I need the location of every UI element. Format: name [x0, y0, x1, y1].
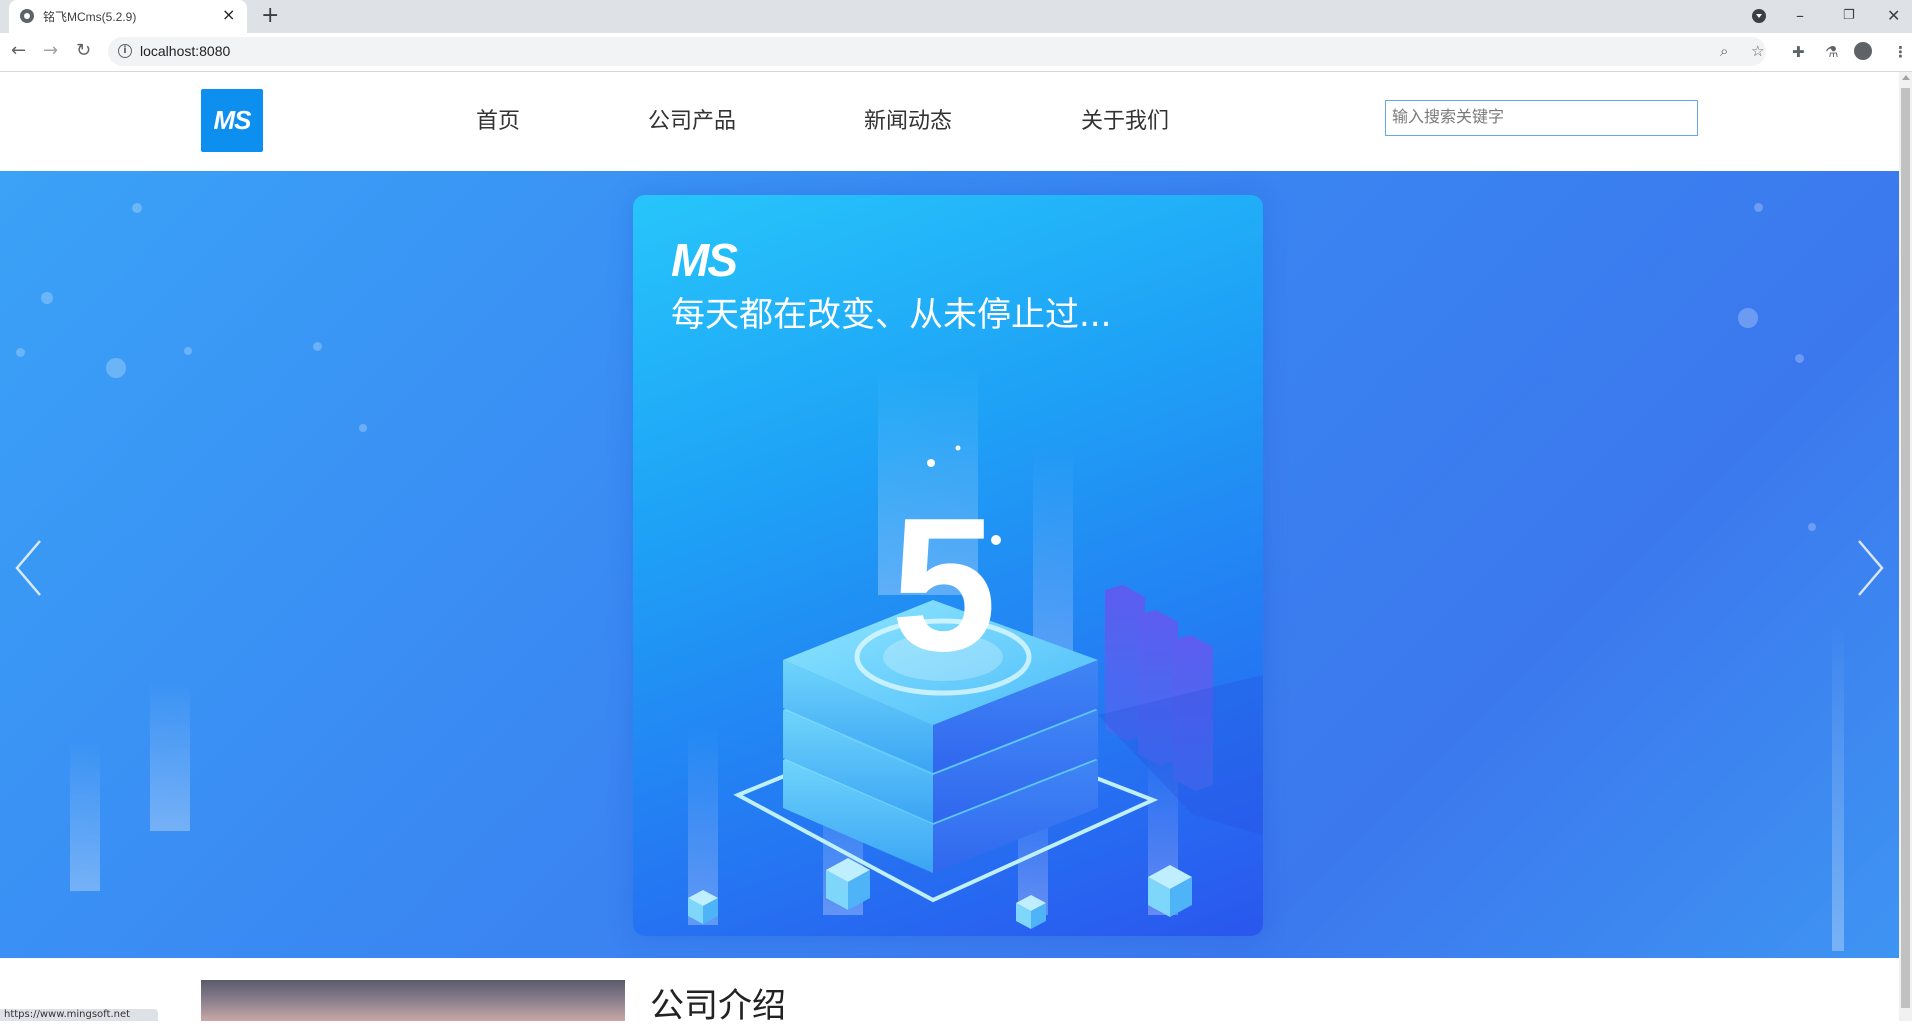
scroll-up-icon[interactable]	[1902, 75, 1910, 80]
info-icon[interactable]: i	[118, 44, 132, 58]
avatar-icon[interactable]	[1854, 42, 1872, 60]
zoom-icon[interactable]: ⌕	[1720, 42, 1728, 60]
more-menu-icon[interactable]: ⋮	[1893, 43, 1908, 61]
bg-dot	[1808, 523, 1816, 531]
version-digit: 5	[891, 479, 997, 691]
reload-icon[interactable]: ↻	[76, 41, 91, 61]
bg-dot	[1738, 308, 1758, 328]
chevron-left-icon[interactable]	[14, 539, 42, 597]
page-scrollbar[interactable]	[1899, 72, 1912, 1021]
bg-dot	[132, 203, 142, 213]
status-bar-url: https://www.mingsoft.net	[0, 1009, 158, 1021]
restore-button[interactable]: ❐	[1843, 6, 1855, 26]
tab-title: 铭飞MCms(5.2.9)	[43, 10, 137, 24]
nav-item-products[interactable]: 公司产品	[648, 103, 736, 135]
nav-item-home[interactable]: 首页	[476, 103, 520, 135]
extensions-icon[interactable]: ✚	[1792, 43, 1805, 61]
section-title: 公司介绍	[650, 986, 786, 1026]
bg-dot	[1754, 203, 1763, 212]
nav-item-news[interactable]: 新闻动态	[864, 103, 952, 135]
site-header: MS 首页 公司产品 新闻动态 关于我们	[0, 72, 1899, 171]
bg-dot	[184, 347, 192, 355]
bg-dot	[359, 424, 367, 432]
url-text[interactable]: localhost:8080	[140, 43, 230, 59]
ms-logo: MS	[671, 234, 738, 286]
bg-light-beam	[1832, 621, 1844, 951]
company-intro-section: 公司介绍	[0, 958, 1899, 1026]
close-window-button[interactable]: ✕	[1887, 6, 1900, 26]
company-intro-image	[201, 980, 625, 1021]
labs-flask-icon[interactable]: ⚗	[1825, 43, 1838, 61]
bg-dot	[313, 342, 322, 351]
bookmark-star-icon[interactable]: ☆	[1751, 42, 1764, 60]
back-arrow-icon[interactable]: ←	[11, 41, 26, 61]
bg-dot	[16, 348, 25, 357]
site-favicon-icon	[20, 9, 34, 23]
nav-item-about[interactable]: 关于我们	[1081, 103, 1169, 135]
banner-slide-card[interactable]: 5 MS 每天都在改变、从未停止过...	[633, 195, 1263, 936]
banner-carousel: 5 MS 每天都在改变、从未停止过...	[0, 171, 1899, 958]
close-icon[interactable]: ×	[222, 6, 235, 24]
forward-arrow-icon[interactable]: →	[43, 41, 58, 61]
bg-light-beam	[150, 681, 190, 831]
site-logo[interactable]: MS	[201, 89, 263, 152]
chevron-right-icon[interactable]	[1857, 539, 1885, 597]
bg-dot	[106, 358, 126, 378]
browser-tab-strip: 铭飞MCms(5.2.9) × + – ❐ ✕	[0, 0, 1912, 33]
browser-tab[interactable]: 铭飞MCms(5.2.9) ×	[9, 0, 247, 33]
bg-dot	[1795, 354, 1804, 363]
bg-dot	[41, 292, 53, 304]
banner-tagline: 每天都在改变、从未停止过...	[671, 295, 1112, 335]
minimize-button[interactable]: –	[1796, 6, 1804, 26]
bg-light-beam	[70, 741, 100, 891]
address-bar[interactable]: i localhost:8080 ⌕ ☆	[108, 37, 1766, 66]
browser-toolbar: ← → ↻ i localhost:8080 ⌕ ☆ ✚ ⚗ ⋮	[0, 33, 1912, 72]
search-input[interactable]	[1385, 100, 1698, 136]
profile-dropdown-icon[interactable]	[1752, 9, 1766, 23]
scroll-thumb[interactable]	[1901, 88, 1910, 1008]
plus-icon[interactable]: +	[261, 4, 279, 28]
